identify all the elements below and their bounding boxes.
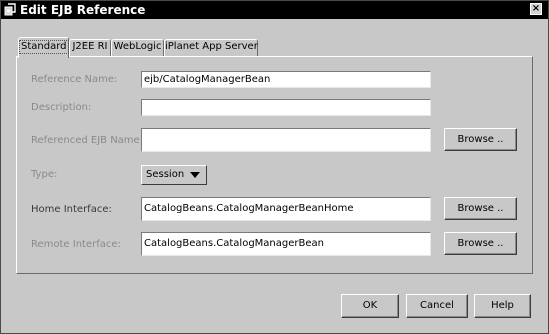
cancel-button[interactable]: Cancel [406, 294, 468, 318]
ok-button[interactable]: OK [341, 294, 399, 318]
tab-weblogic[interactable]: WebLogic [111, 39, 164, 56]
tab-j2ee-ri[interactable]: J2EE RI [69, 39, 111, 56]
remote-interface-label: Remote Interface: [31, 239, 121, 250]
window-title: Edit EJB Reference [20, 3, 146, 17]
browse-ejb-name-button[interactable]: Browse .. [444, 128, 517, 151]
referenced-ejb-name-label: Referenced EJB Name: [31, 135, 144, 146]
tab-standard[interactable]: Standard [18, 37, 69, 58]
type-label: Type: [31, 169, 58, 180]
browse-remote-interface-button[interactable]: Browse .. [444, 232, 517, 255]
tab-iplanet-app-server[interactable]: iPlanet App Server [164, 39, 258, 56]
application-icon [4, 3, 16, 16]
remote-interface-field[interactable]: CatalogBeans.CatalogManagerBean [141, 232, 431, 256]
edit-ejb-reference-dialog: Edit EJB Reference × Standard J2EE RI We… [0, 0, 549, 334]
referenced-ejb-name-field[interactable] [141, 128, 431, 152]
reference-name-field[interactable]: ejb/CatalogManagerBean [141, 71, 431, 88]
tab-j2ee-ri-label: J2EE RI [72, 41, 108, 52]
reference-name-label: Reference Name: [31, 74, 118, 85]
tab-iplanet-label: iPlanet App Server [165, 41, 258, 52]
home-interface-label: Home Interface: [31, 204, 112, 215]
tab-weblogic-label: WebLogic [113, 41, 162, 52]
description-label: Description: [31, 102, 92, 113]
description-field[interactable] [141, 99, 431, 116]
close-button[interactable]: × [530, 3, 542, 15]
tab-standard-label: Standard [19, 40, 69, 54]
browse-home-interface-button[interactable]: Browse .. [444, 197, 517, 220]
title-bar[interactable]: Edit EJB Reference × [1, 1, 548, 19]
type-dropdown[interactable]: Session [141, 165, 207, 185]
type-dropdown-value: Session [146, 169, 185, 180]
home-interface-field[interactable]: CatalogBeans.CatalogManagerBeanHome [141, 197, 431, 221]
dropdown-arrow-icon [190, 172, 200, 178]
help-button[interactable]: Help [474, 294, 531, 318]
